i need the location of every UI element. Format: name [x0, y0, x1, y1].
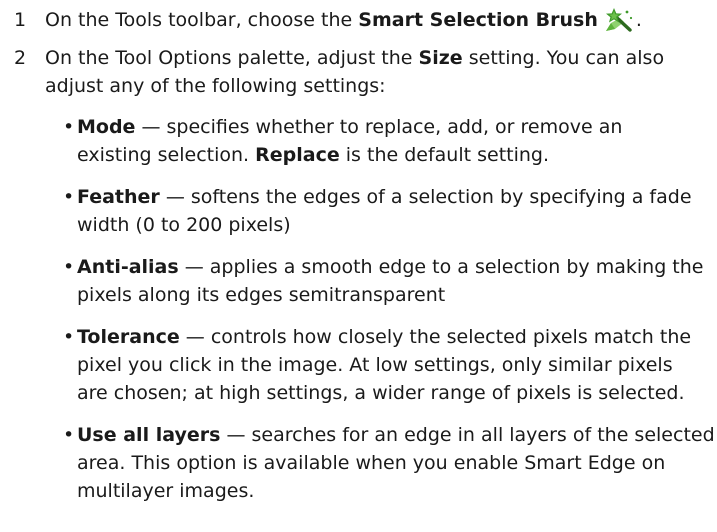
step-text-fragment: setting. You can also [462, 47, 665, 69]
setting-description: is the default setting. [339, 144, 550, 166]
bullet-text: Feather — softens the edges of a selecti… [77, 183, 717, 239]
bullet-line: area. This option is available when you … [77, 452, 666, 474]
setting-description: — applies a smooth edge to a selection b… [178, 256, 704, 278]
bullet-line: Use all layers — searches for an edge in… [77, 421, 717, 449]
setting-term: Tolerance [77, 326, 180, 348]
setting-term: Mode [77, 116, 136, 138]
bullet-item-feather: • Feather — softens the edges of a selec… [63, 183, 713, 241]
step-text: On the Tool Options palette, adjust the … [45, 44, 713, 100]
bullet-marker: • [63, 326, 75, 348]
step-1: 1 On the Tools toolbar, choose the Smart… [0, 6, 717, 36]
step-2: 2 On the Tool Options palette, adjust th… [0, 44, 717, 104]
bullet-text: Anti-alias — applies a smooth edge to a … [77, 253, 717, 309]
bullet-line: Feather — softens the edges of a selecti… [77, 183, 717, 211]
default-value: Replace [255, 144, 340, 166]
bullet-line: multilayer images. [77, 480, 255, 502]
bullet-line: existing selection. Replace is the defau… [77, 141, 717, 169]
step-text-line: On the Tool Options palette, adjust the … [45, 44, 713, 72]
setting-term: Feather [77, 186, 160, 208]
bullet-line: pixels along its edges semitransparent [77, 284, 446, 306]
bullet-line: are chosen; at high settings, a wider ra… [77, 382, 685, 404]
setting-term: Use all layers [77, 424, 221, 446]
bullet-text: Tolerance — controls how closely the sel… [77, 323, 717, 407]
bullet-item-tolerance: • Tolerance — controls how closely the s… [63, 323, 713, 409]
step-text-before: On the Tools toolbar, choose the [45, 9, 359, 31]
bullet-line: Anti-alias — applies a smooth edge to a … [77, 253, 717, 281]
step-text-line: adjust any of the following settings: [45, 75, 386, 97]
setting-description: — searches for an edge in all layers of … [220, 424, 715, 446]
step-number: 1 [14, 9, 27, 31]
bullet-item-mode: • Mode — specifies whether to replace, a… [63, 113, 713, 171]
setting-description: — controls how closely the selected pixe… [179, 326, 692, 348]
step-text-fragment: On the Tool Options palette, adjust the [45, 47, 419, 69]
bullet-line: Tolerance — controls how closely the sel… [77, 323, 717, 351]
bullet-line: Mode — specifies whether to replace, add… [77, 113, 717, 141]
bullet-text: Mode — specifies whether to replace, add… [77, 113, 717, 169]
bullet-text: Use all layers — searches for an edge in… [77, 421, 717, 505]
setting-term: Anti-alias [77, 256, 179, 278]
setting-description: — specifies whether to replace, add, or … [135, 116, 623, 138]
bullet-item-anti-alias: • Anti-alias — applies a smooth edge to … [63, 253, 713, 311]
setting-description: — softens the edges of a selection by sp… [159, 186, 692, 208]
bullet-item-use-all-layers: • Use all layers — searches for an edge … [63, 421, 715, 507]
setting-name: Size [418, 47, 463, 69]
bullet-marker: • [63, 424, 75, 446]
smart-selection-brush-icon [602, 8, 636, 32]
tool-name: Smart Selection Brush [358, 9, 598, 31]
step-text-after: . [635, 9, 642, 31]
step-number: 2 [14, 47, 27, 69]
bullet-line: width (0 to 200 pixels) [77, 214, 291, 236]
bullet-marker: • [63, 256, 75, 278]
step-text: On the Tools toolbar, choose the Smart S… [45, 6, 713, 34]
setting-description: existing selection. [77, 144, 256, 166]
bullet-line: pixel you click in the image. At low set… [77, 354, 673, 376]
bullet-marker: • [63, 116, 75, 138]
bullet-marker: • [63, 186, 75, 208]
